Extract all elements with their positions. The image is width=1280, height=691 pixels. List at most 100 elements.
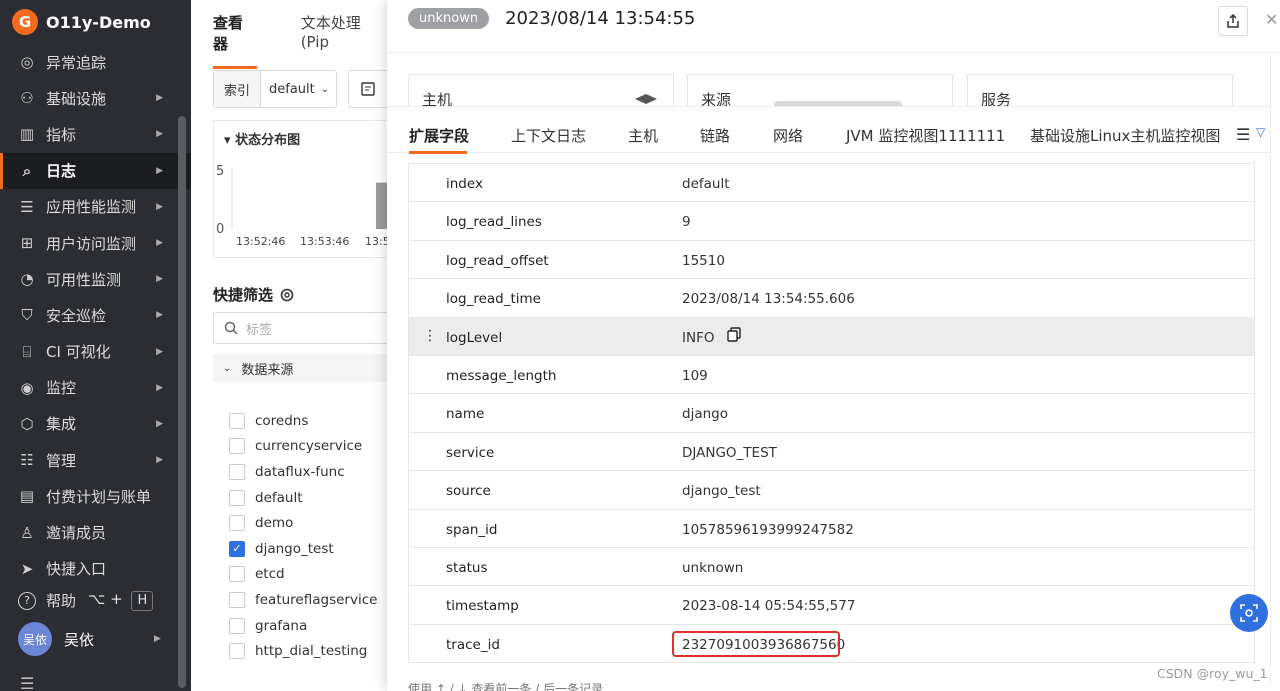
copy-icon[interactable] — [727, 326, 741, 342]
data-source-item[interactable]: etcd — [229, 562, 377, 588]
field-row[interactable]: trace_id 2327091003936867560 — [409, 623, 1254, 662]
detail-tab[interactable]: 链路 — [700, 125, 730, 146]
index-settings-button[interactable] — [348, 70, 388, 108]
sidebar-item[interactable]: ⊞ 用户访问监测 ▶ — [0, 225, 191, 261]
checkbox[interactable] — [229, 591, 245, 608]
sidebar-item-label: 快捷入口 — [46, 560, 107, 579]
shield-icon: ⛉ — [21, 306, 33, 325]
detail-tab[interactable]: 扩展字段 — [409, 125, 469, 146]
sidebar-item-label: 监控 — [46, 379, 77, 398]
close-icon[interactable]: ✕ — [1265, 10, 1278, 29]
data-source-item[interactable]: grafana — [229, 613, 377, 639]
more-options-icon[interactable]: ⋮ — [423, 328, 437, 344]
checkbox[interactable] — [229, 515, 245, 532]
data-source-name: dataflux-func — [255, 463, 345, 480]
sidebar-item[interactable]: ◔ 可用性监测 ▶ — [0, 261, 191, 297]
data-source-item[interactable]: coredns — [229, 408, 377, 434]
checkbox[interactable] — [229, 617, 245, 634]
sidebar-item[interactable]: ◉ 监控 ▶ — [0, 370, 191, 406]
data-source-item[interactable]: dataflux-func — [229, 459, 377, 485]
data-source-item[interactable]: default — [229, 485, 377, 511]
field-key: log_read_offset — [446, 252, 549, 269]
sidebar-nav: ◎ 异常追踪 ⚇ 基础设施 ▶ ▥ 指标 ▶ ⌕ 日志 ▶ ☰ 应用性能监测 ▶ ⊞ 用户访问监测 ▶ ◔ 可用性监… — [0, 44, 191, 587]
field-row[interactable]: message_length 109 — [409, 354, 1254, 393]
checkbox[interactable] — [229, 438, 245, 455]
detail-tab[interactable]: 基础设施Linux主机监控视图 — [1030, 125, 1220, 146]
sidebar-item[interactable]: ☰ 应用性能监测 ▶ — [0, 189, 191, 225]
checkbox[interactable]: ✓ — [229, 540, 245, 557]
data-source-name: demo — [255, 515, 294, 532]
field-key: logLevel — [446, 329, 503, 346]
sidebar-item[interactable]: ⌕ 日志 ▶ — [0, 152, 191, 189]
checkbox[interactable] — [229, 643, 245, 660]
checkbox[interactable] — [229, 412, 245, 429]
tab-viewer[interactable]: 查看器 — [213, 12, 257, 69]
field-row[interactable]: timestamp 2023-08-14 05:54:55,577 — [409, 585, 1254, 623]
field-row[interactable]: name django — [409, 393, 1254, 431]
share-button[interactable] — [1218, 6, 1248, 36]
data-source-item[interactable]: ✓ django_test — [229, 536, 377, 562]
checkbox[interactable] — [229, 566, 245, 583]
sidebar-item[interactable]: ⬡ 集成 ▶ — [0, 406, 191, 442]
ai-assist-button[interactable] — [1230, 594, 1268, 632]
detail-tab[interactable]: 主机 — [628, 125, 658, 146]
detail-tab[interactable]: JVM 监控视图1111111 — [846, 125, 1005, 146]
sidebar-item[interactable]: ▤ 付费计划与账单 — [0, 478, 191, 514]
quick-filter-title: 快捷筛选 — [213, 284, 295, 305]
field-row[interactable]: log_read_time 2023/08/14 13:54:55.606 — [409, 278, 1254, 316]
sidebar-item[interactable]: ☷ 管理 ▶ — [0, 442, 191, 478]
field-row[interactable]: source django_test — [409, 470, 1254, 508]
data-source-item[interactable]: demo — [229, 510, 377, 536]
drawer-scrollbar[interactable] — [1270, 55, 1280, 685]
user-menu[interactable]: 吴依 吴依 ▶ — [18, 622, 161, 656]
filter-icon[interactable]: ▽ — [1256, 125, 1265, 139]
help-label: 帮助 — [46, 592, 77, 610]
index-selector[interactable]: 索引 default ⌄ — [213, 70, 337, 108]
sidebar-item[interactable]: ▥ 指标 ▶ — [0, 116, 191, 152]
field-row[interactable]: service DJANGO_TEST — [409, 431, 1254, 470]
tag-search-input[interactable]: 标签 — [213, 312, 391, 344]
sidebar-item[interactable]: ⚇ 基础设施 ▶ — [0, 80, 191, 116]
brand[interactable]: G O11y-Demo — [0, 0, 191, 44]
tab-text-processing[interactable]: 文本处理 (Pip — [301, 12, 391, 69]
extended-fields-table: index default log_read_lines 9 log_read_offs… — [408, 163, 1255, 664]
help-item[interactable]: ? 帮助 ⌥ + H — [18, 590, 154, 611]
sidebar-scrollbar[interactable] — [178, 116, 186, 688]
field-row[interactable]: ⋮ logLevel INFO — [409, 316, 1254, 355]
field-key: message_length — [446, 367, 557, 384]
field-row[interactable]: log_read_lines 9 — [409, 201, 1254, 239]
watermark: CSDN @roy_wu_1 — [1157, 666, 1268, 681]
status-distribution-chart: ▾ 状态分布图 5 0 13:52:46 13:53:46 13:5 — [213, 120, 391, 258]
shortcut-plus: + — [110, 590, 123, 608]
field-row[interactable]: span_id 10578596193999247582 — [409, 508, 1254, 547]
sidebar-item[interactable]: ⌸ CI 可视化 ▶ — [0, 334, 191, 370]
detail-tab[interactable]: 网络 — [773, 125, 803, 146]
checkbox[interactable] — [229, 489, 245, 506]
status-badge: unknown — [408, 8, 490, 29]
chart-plot: 5 0 13:52:46 13:53:46 13:5 — [216, 164, 390, 248]
field-row[interactable]: index default — [409, 163, 1254, 201]
data-source-item[interactable]: http_dial_testing — [229, 638, 377, 664]
sidebar-item[interactable]: ➤ 快捷入口 — [0, 551, 191, 587]
data-source-name: django_test — [255, 540, 334, 557]
search-placeholder: 标签 — [246, 322, 273, 338]
field-row[interactable]: status unknown — [409, 546, 1254, 585]
chevron-down-icon: ⌄ — [320, 83, 330, 95]
data-source-item[interactable]: currencyservice — [229, 434, 377, 460]
checkbox[interactable] — [229, 463, 245, 480]
hexagon-icon: ⬡ — [20, 414, 34, 433]
sidebar-item[interactable]: ⛉ 安全巡检 ▶ — [0, 297, 191, 333]
detail-tab[interactable]: 上下文日志 — [511, 125, 586, 146]
field-row[interactable]: log_read_offset 15510 — [409, 239, 1254, 278]
data-source-item[interactable]: featureflagservice — [229, 587, 377, 613]
menu-icon[interactable]: ☰ — [1236, 125, 1250, 144]
data-source-name: grafana — [255, 617, 308, 634]
data-source-group[interactable]: ⌄ 数据来源 — [213, 354, 391, 382]
sidebar-item[interactable]: ♙ 邀请成员 — [0, 514, 191, 550]
sidebar-item-label: CI 可视化 — [46, 343, 111, 362]
collapse-menu-icon[interactable]: ☰ — [20, 674, 34, 691]
viewer-tabs: 查看器 文本处理 (Pip — [213, 12, 391, 69]
sidebar-item[interactable]: ◎ 异常追踪 — [0, 44, 191, 80]
field-value: unknown — [682, 559, 744, 576]
gear-icon[interactable] — [279, 287, 295, 303]
